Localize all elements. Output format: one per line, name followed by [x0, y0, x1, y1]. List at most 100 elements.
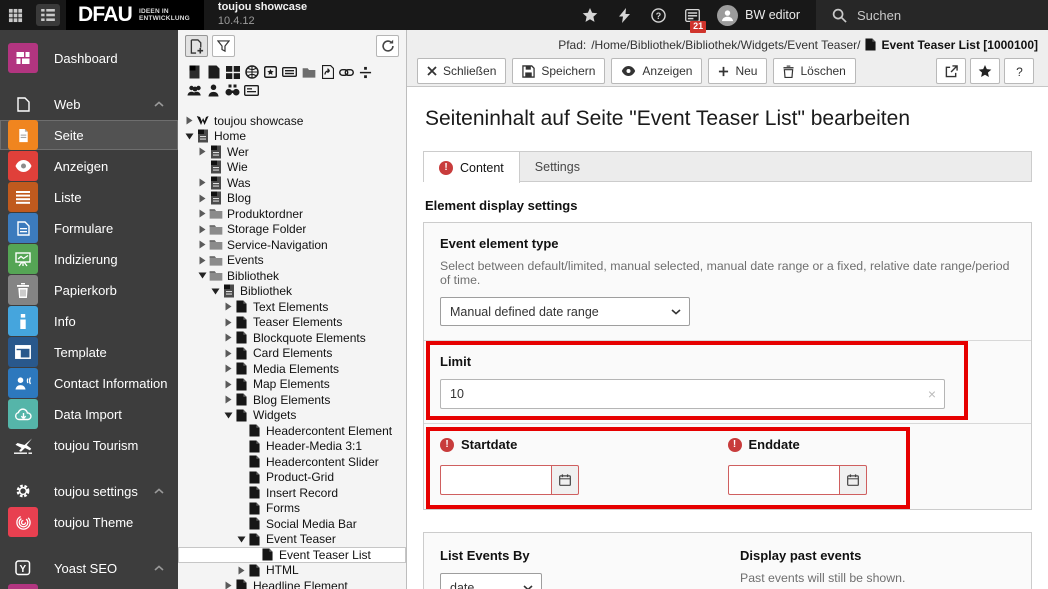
sidebar-item-contact-information[interactable]: Contact Information	[0, 368, 178, 398]
tree-item-forms[interactable]: Forms	[178, 501, 406, 517]
tree-item-wie[interactable]: Wie	[178, 160, 406, 176]
dfau-logo[interactable]: DFAU IDEEN IN ENTWICKLUNG	[66, 0, 204, 30]
neu-button[interactable]: Neu	[708, 58, 768, 84]
tree-item-produktordner[interactable]: Produktordner	[178, 206, 406, 222]
tree-item-blog-elements[interactable]: Blog Elements	[178, 392, 406, 408]
drag-users-icon[interactable]	[185, 81, 204, 99]
sidebar-item-toujou-tourism[interactable]: toujou Tourism	[0, 430, 178, 460]
caret-right-icon[interactable]	[197, 225, 208, 234]
tree-item-bibliothek[interactable]: Bibliothek	[178, 284, 406, 300]
sidebar-item-indizierung[interactable]: Indizierung	[0, 244, 178, 274]
system-information-button[interactable]: 21	[675, 0, 709, 33]
caret-down-icon[interactable]	[223, 412, 234, 419]
sidebar-item-info[interactable]: Info	[0, 306, 178, 336]
drag-card-icon[interactable]	[242, 81, 261, 99]
user-menu[interactable]: BW editor	[745, 8, 800, 22]
caret-right-icon[interactable]	[184, 116, 195, 125]
caret-right-icon[interactable]	[197, 256, 208, 265]
search-input[interactable]	[857, 7, 1007, 23]
caret-right-icon[interactable]	[223, 380, 234, 389]
filter-button[interactable]	[212, 35, 235, 57]
tree-item-widgets[interactable]: Widgets	[178, 408, 406, 424]
drag-page-icon[interactable]	[204, 63, 223, 81]
caret-down-icon[interactable]	[210, 288, 221, 295]
caret-right-icon[interactable]	[236, 566, 247, 575]
new-page-button[interactable]	[185, 35, 208, 57]
sidebar-item-dashboard[interactable]: Dashboard	[0, 584, 178, 589]
tree-item-toujou-showcase[interactable]: toujou showcase	[178, 113, 406, 129]
caret-down-icon[interactable]	[197, 272, 208, 279]
caret-right-icon[interactable]	[223, 333, 234, 342]
sidebar-item-anzeigen[interactable]: Anzeigen	[0, 151, 178, 181]
sidebar-item-seite[interactable]: Seite	[0, 120, 178, 150]
sidebar-section-web[interactable]: Web	[0, 89, 178, 119]
tree-item-media-elements[interactable]: Media Elements	[178, 361, 406, 377]
tree-item-headline-element[interactable]: Headline Element	[178, 578, 406, 589]
sidebar-item-data-import[interactable]: Data Import	[0, 399, 178, 429]
limit-input[interactable]	[440, 379, 945, 409]
tree-item-insert-record[interactable]: Insert Record	[178, 485, 406, 501]
drag-globe-icon[interactable]	[242, 63, 261, 81]
drag-user-icon[interactable]	[204, 81, 223, 99]
enddate-input[interactable]	[727, 465, 840, 495]
caret-down-icon[interactable]	[236, 536, 247, 543]
caret-right-icon[interactable]	[223, 302, 234, 311]
schlie-en-button[interactable]: Schließen	[417, 58, 507, 84]
tree-item-html[interactable]: HTML	[178, 563, 406, 579]
caret-down-icon[interactable]	[184, 133, 195, 140]
event-element-type-select[interactable]: Manual defined date range	[440, 297, 690, 326]
drag-folder-icon[interactable]	[299, 63, 318, 81]
tree-item-events[interactable]: Events	[178, 253, 406, 269]
drag-box-icon[interactable]	[261, 63, 280, 81]
drag-spacer-icon[interactable]	[356, 63, 375, 81]
caret-right-icon[interactable]	[197, 240, 208, 249]
tree-item-card-elements[interactable]: Card Elements	[178, 346, 406, 362]
sidebar-item-liste[interactable]: Liste	[0, 182, 178, 212]
caret-right-icon[interactable]	[223, 581, 234, 589]
sidebar-item-toujou-theme[interactable]: toujou Theme	[0, 507, 178, 537]
tree-item-event-teaser-list[interactable]: Event Teaser List	[178, 547, 406, 563]
speichern-button[interactable]: Speichern	[512, 58, 606, 84]
sidebar-section-toujou-settings[interactable]: toujou settings	[0, 476, 178, 506]
tree-item-wer[interactable]: Wer	[178, 144, 406, 160]
tree-item-was[interactable]: Was	[178, 175, 406, 191]
tree-item-service-navigation[interactable]: Service-Navigation	[178, 237, 406, 253]
open-record-button[interactable]	[936, 58, 966, 84]
drag-shortcut-icon[interactable]	[318, 63, 337, 81]
tree-item-home[interactable]: Home	[178, 129, 406, 145]
tree-item-headercontent-slider[interactable]: Headercontent Slider	[178, 454, 406, 470]
drag-link-icon[interactable]	[337, 63, 356, 81]
tree-item-map-elements[interactable]: Map Elements	[178, 377, 406, 393]
caret-right-icon[interactable]	[223, 364, 234, 373]
clear-cache-button[interactable]	[607, 0, 641, 30]
enddate-calendar-button[interactable]	[839, 465, 867, 495]
tab-content[interactable]: ! Content	[424, 152, 520, 183]
drag-page-banner-icon[interactable]	[185, 63, 204, 81]
caret-right-icon[interactable]	[223, 349, 234, 358]
bookmarks-button[interactable]	[573, 0, 607, 30]
tree-item-text-elements[interactable]: Text Elements	[178, 299, 406, 315]
tree-item-blog[interactable]: Blog	[178, 191, 406, 207]
tree-item-teaser-elements[interactable]: Teaser Elements	[178, 315, 406, 331]
question-button[interactable]: ?	[1004, 58, 1034, 84]
sidebar-item-formulare[interactable]: Formulare	[0, 213, 178, 243]
caret-right-icon[interactable]	[223, 395, 234, 404]
tree-item-blockquote-elements[interactable]: Blockquote Elements	[178, 330, 406, 346]
tree-item-header-media-3-1[interactable]: Header-Media 3:1	[178, 439, 406, 455]
tree-item-headercontent-element[interactable]: Headercontent Element	[178, 423, 406, 439]
caret-right-icon[interactable]	[197, 194, 208, 203]
tree-item-storage-folder[interactable]: Storage Folder	[178, 222, 406, 238]
startdate-input[interactable]	[440, 465, 552, 495]
drag-grid-icon[interactable]	[223, 63, 242, 81]
refresh-tree-button[interactable]	[376, 35, 399, 57]
caret-right-icon[interactable]	[223, 318, 234, 327]
sidebar-item-template[interactable]: Template	[0, 337, 178, 367]
help-button[interactable]: ?	[641, 0, 675, 30]
sidebar-item-papierkorb[interactable]: Papierkorb	[0, 275, 178, 305]
sidebar-item-dashboard[interactable]: Dashboard	[0, 43, 178, 73]
l-schen-button[interactable]: Löschen	[773, 58, 856, 84]
global-search[interactable]	[816, 0, 1048, 30]
caret-right-icon[interactable]	[197, 147, 208, 156]
drag-binoculars-icon[interactable]	[223, 81, 242, 99]
tree-item-social-media-bar[interactable]: Social Media Bar	[178, 516, 406, 532]
